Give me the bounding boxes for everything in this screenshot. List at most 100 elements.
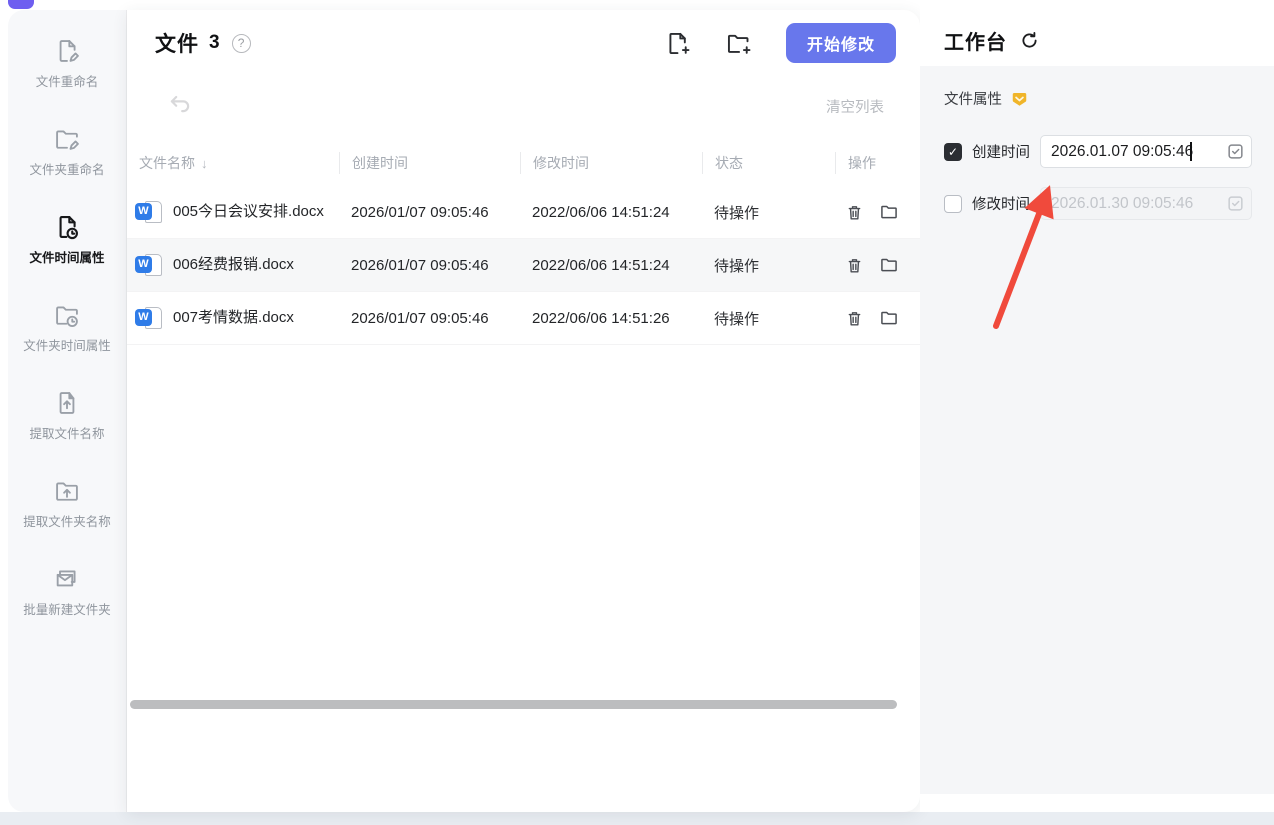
create-time-row: ✓ 创建时间 bbox=[944, 135, 1252, 168]
column-header-created[interactable]: 创建时间 bbox=[339, 152, 520, 174]
main-header: 文件 3 ? 开始修改 bbox=[127, 10, 920, 76]
help-icon[interactable]: ? bbox=[231, 33, 251, 53]
folder-icon bbox=[879, 202, 899, 222]
modify-time-row: 修改时间 bbox=[944, 187, 1252, 220]
column-header-status[interactable]: 状态 bbox=[702, 152, 835, 174]
sidebar-item-label: 文件重命名 bbox=[35, 75, 99, 89]
modified-time: 2022/06/06 14:51:26 bbox=[532, 309, 670, 327]
modify-time-checkbox[interactable] bbox=[944, 194, 962, 213]
modify-time-label: 修改时间 bbox=[972, 197, 1030, 213]
file-name-cell: W 005今日会议安排.docx bbox=[127, 194, 339, 231]
sidebar-item-file-time[interactable]: 文件时间属性 bbox=[8, 212, 126, 300]
file-count: 3 bbox=[209, 32, 220, 53]
sidebar-item-folder-rename[interactable]: 文件夹重命名 bbox=[8, 124, 126, 212]
status-badge: 待操作 bbox=[714, 257, 760, 275]
page-title: 文件 bbox=[155, 33, 199, 56]
date-picker-icon[interactable] bbox=[1226, 142, 1245, 161]
word-file-icon: W bbox=[135, 200, 162, 225]
file-name: 005今日会议安排.docx bbox=[173, 203, 324, 221]
column-header-name[interactable]: 文件名称 ↓ bbox=[127, 152, 339, 174]
file-time-icon bbox=[52, 212, 82, 242]
sidebar-item-label: 文件时间属性 bbox=[29, 251, 105, 265]
workbench-panel: 工作台 文件属性 ✓ 创建时间 2026.01.07 09:05:46 修改时间… bbox=[920, 0, 1274, 812]
folder-icon bbox=[879, 308, 899, 328]
modified-time: 2022/06/06 14:51:24 bbox=[532, 256, 670, 274]
undo-button[interactable] bbox=[167, 90, 193, 116]
create-time-label: 创建时间 bbox=[972, 145, 1030, 161]
file-attributes-section: 文件属性 bbox=[944, 88, 1250, 109]
open-folder-button[interactable] bbox=[879, 255, 899, 275]
list-toolbar: 清空列表 bbox=[127, 90, 920, 124]
sidebar-item-folder-time[interactable]: 文件夹时间属性 bbox=[8, 300, 126, 388]
file-name: 006经费报销.docx bbox=[173, 256, 294, 274]
folder-icon bbox=[879, 255, 899, 275]
extract-file-name-icon bbox=[52, 388, 82, 418]
table-row[interactable]: W 006经费报销.docx 2026/01/07 09:05:46 2022/… bbox=[127, 239, 920, 292]
trash-icon bbox=[845, 309, 864, 328]
column-header-modified[interactable]: 修改时间 bbox=[520, 152, 702, 174]
sidebar-item-batch-new-folder[interactable]: 批量新建文件夹 bbox=[8, 564, 126, 652]
batch-new-folder-icon bbox=[52, 564, 82, 594]
table-row[interactable]: W 007考情数据.docx 2026/01/07 09:05:46 2022/… bbox=[127, 292, 920, 345]
text-caret bbox=[1190, 142, 1192, 161]
start-modify-button[interactable]: 开始修改 bbox=[786, 23, 896, 63]
create-time-checkbox[interactable]: ✓ bbox=[944, 142, 962, 161]
workbench-body: 文件属性 ✓ 创建时间 2026.01.07 09:05:46 修改时间 202… bbox=[920, 66, 1274, 794]
file-name-cell: W 007考情数据.docx bbox=[127, 300, 339, 337]
table-row[interactable]: W 005今日会议安排.docx 2026/01/07 09:05:46 202… bbox=[127, 186, 920, 239]
sidebar-item-label: 批量新建文件夹 bbox=[23, 603, 111, 617]
row-operations bbox=[835, 308, 920, 328]
extract-folder-name-icon bbox=[52, 476, 82, 506]
sidebar-item-label: 提取文件名称 bbox=[29, 427, 105, 441]
app-window: { "sidebar": { "items": [ { "label": "文件… bbox=[0, 0, 1274, 825]
file-list-panel: 文件 3 ? 开始修改 清空列表 文件名称 ↓ 创建时间 修改时间 状态 操作 … bbox=[127, 10, 920, 812]
open-folder-button[interactable] bbox=[879, 308, 899, 328]
workbench-title: 工作台 bbox=[944, 32, 1007, 54]
create-time-input[interactable] bbox=[1040, 135, 1252, 168]
sidebar: 文件重命名 文件夹重命名 文件时间属性 文件夹时间属性 提取文件名称 提取文件夹… bbox=[8, 10, 127, 812]
refresh-icon bbox=[1019, 30, 1040, 51]
modified-time: 2022/06/06 14:51:24 bbox=[532, 203, 670, 221]
word-file-icon: W bbox=[135, 253, 162, 278]
created-time: 2026/01/07 09:05:46 bbox=[351, 256, 489, 274]
add-file-button[interactable] bbox=[664, 30, 691, 57]
column-header-ops[interactable]: 操作 bbox=[835, 152, 920, 174]
sidebar-item-label: 文件夹时间属性 bbox=[23, 339, 111, 353]
status-badge: 待操作 bbox=[714, 310, 760, 328]
sidebar-item-extract-file-name[interactable]: 提取文件名称 bbox=[8, 388, 126, 476]
vip-badge-icon bbox=[1010, 90, 1029, 108]
created-time: 2026/01/07 09:05:46 bbox=[351, 203, 489, 221]
file-name-cell: W 006经费报销.docx bbox=[127, 247, 339, 284]
trash-icon bbox=[845, 203, 864, 222]
open-folder-button[interactable] bbox=[879, 202, 899, 222]
status-badge: 待操作 bbox=[714, 204, 760, 222]
horizontal-scrollbar[interactable] bbox=[130, 700, 897, 709]
table-header-row: 文件名称 ↓ 创建时间 修改时间 状态 操作 bbox=[127, 140, 920, 186]
sort-desc-icon[interactable]: ↓ bbox=[201, 156, 208, 171]
delete-row-button[interactable] bbox=[845, 203, 864, 222]
created-time: 2026/01/07 09:05:46 bbox=[351, 309, 489, 327]
undo-icon bbox=[167, 90, 193, 116]
modify-time-input[interactable] bbox=[1040, 187, 1252, 220]
delete-row-button[interactable] bbox=[845, 256, 864, 275]
add-folder-icon bbox=[725, 30, 752, 57]
row-operations bbox=[835, 255, 920, 275]
top-edge-purple-fragment bbox=[8, 0, 34, 9]
clear-list-button[interactable]: 清空列表 bbox=[826, 96, 884, 117]
word-file-icon: W bbox=[135, 306, 162, 331]
window-bottom-strip bbox=[0, 812, 1274, 825]
sidebar-item-extract-folder-name[interactable]: 提取文件夹名称 bbox=[8, 476, 126, 564]
sidebar-item-label: 文件夹重命名 bbox=[29, 163, 105, 177]
sidebar-item-file-rename[interactable]: 文件重命名 bbox=[8, 36, 126, 124]
check-icon: ✓ bbox=[947, 144, 959, 159]
date-picker-icon bbox=[1226, 194, 1245, 213]
workbench-header: 工作台 bbox=[944, 26, 1040, 55]
row-operations bbox=[835, 202, 920, 222]
file-rename-icon bbox=[52, 36, 82, 66]
folder-rename-icon bbox=[52, 124, 82, 154]
folder-time-icon bbox=[52, 300, 82, 330]
add-folder-button[interactable] bbox=[725, 30, 752, 57]
file-attributes-label: 文件属性 bbox=[944, 92, 1002, 108]
refresh-button[interactable] bbox=[1019, 30, 1040, 51]
delete-row-button[interactable] bbox=[845, 309, 864, 328]
